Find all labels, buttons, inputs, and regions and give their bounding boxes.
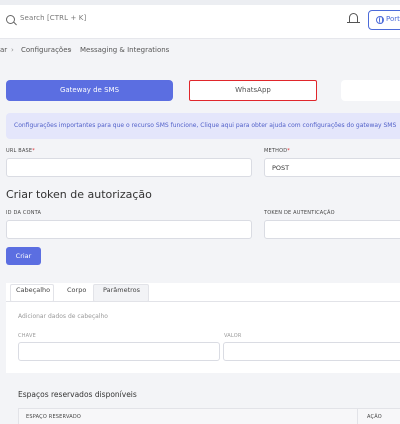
key-label: CHAVE xyxy=(18,333,36,339)
tab-whatsapp[interactable]: WhatsApp xyxy=(189,80,317,101)
method-label: METHOD* xyxy=(264,148,290,154)
create-token-button[interactable]: Criar xyxy=(6,247,41,265)
info-banner-link[interactable]: Configurações importantes para que o rec… xyxy=(14,122,396,129)
browser-strip xyxy=(0,0,400,5)
globe-icon xyxy=(376,16,384,24)
account-id-field[interactable] xyxy=(6,220,252,239)
breadcrumb-item-home[interactable]: ar xyxy=(0,46,7,54)
tab-params[interactable]: Parâmetros xyxy=(103,286,140,294)
bell-icon[interactable] xyxy=(347,13,360,24)
column-placeholder: ESPAÇO RESERVADO xyxy=(26,414,82,420)
portal-button-label: Portal xyxy=(386,15,400,23)
placeholders-title: Espaços reservados disponíveis xyxy=(18,390,137,399)
token-section-title: Criar token de autorização xyxy=(6,188,152,201)
method-value: POST xyxy=(272,164,290,172)
tab-body[interactable]: Corpo xyxy=(67,286,86,294)
search-icon[interactable] xyxy=(6,15,15,24)
breadcrumb-item-settings[interactable]: Configurações xyxy=(21,46,71,54)
breadcrumb-item-current: Messaging & Integrations xyxy=(80,46,170,54)
breadcrumb-separator: › xyxy=(69,46,72,54)
url-base-label: URL BASE* xyxy=(6,148,35,154)
tab-header[interactable]: Cabeçalho xyxy=(16,286,50,294)
account-id-label: ID DA CONTA xyxy=(6,210,42,216)
auth-token-label: TOKEN DE AUTENTICAÇÃO xyxy=(264,210,335,216)
tab-sms-gateway[interactable]: Gateway de SMS xyxy=(6,80,173,101)
search-input[interactable]: Search [CTRL + K] xyxy=(20,14,86,22)
breadcrumb-separator: › xyxy=(11,46,14,54)
tabs-divider xyxy=(6,301,400,302)
column-divider xyxy=(357,408,358,424)
auth-token-field[interactable] xyxy=(264,220,400,239)
column-action: AÇÃO xyxy=(367,414,382,420)
tab-more[interactable] xyxy=(341,80,400,101)
header-value-field[interactable] xyxy=(223,342,400,361)
header-data-hint: Adicionar dados de cabeçalho xyxy=(18,313,108,320)
url-base-field[interactable] xyxy=(6,158,252,177)
value-label: VALOR xyxy=(224,333,242,339)
header-key-field[interactable] xyxy=(18,342,220,361)
